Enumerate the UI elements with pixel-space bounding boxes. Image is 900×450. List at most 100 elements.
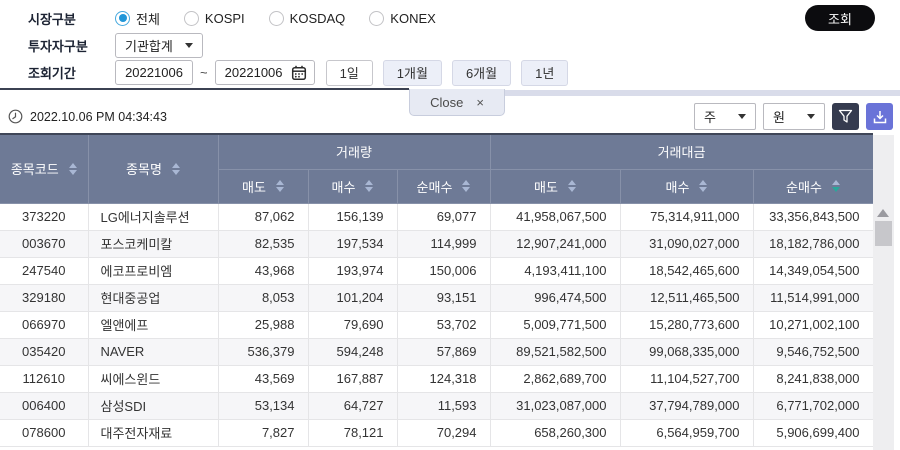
sort-icon[interactable] (567, 180, 576, 192)
cell-number: 18,182,786,000 (753, 230, 873, 258)
vertical-scrollbar[interactable] (873, 135, 894, 450)
range-1day-button[interactable]: 1일 (325, 59, 373, 86)
sort-icon[interactable] (365, 180, 374, 192)
query-timestamp: 2022.10.06 PM 04:34:43 (8, 109, 167, 124)
cell-number: 10,271,002,100 (753, 311, 873, 339)
table-body: 373220 LG에너지솔루션 87,062 156,139 69,077 41,958,… (0, 203, 873, 447)
col-header-value-net[interactable]: 순매수 (753, 169, 873, 204)
cell-number: 79,690 (308, 311, 398, 339)
chevron-down-icon (807, 114, 815, 119)
calendar-button[interactable] (291, 65, 307, 81)
cell-number: 12,511,465,500 (620, 284, 754, 312)
close-icon[interactable]: × (476, 95, 484, 110)
radio-market-konex[interactable]: KONEX (369, 10, 436, 26)
scrollbar-thumb[interactable] (875, 221, 892, 246)
cell-stock-code: 003670 (0, 230, 89, 258)
group-header-value: 거래대금 (490, 135, 873, 170)
market-type-radio-group: 전체 KOSPI KOSDAQ KONEX (115, 9, 460, 28)
group-header-volume: 거래량 (218, 135, 491, 170)
scroll-up-icon[interactable] (877, 209, 889, 217)
table-row[interactable]: 329180 현대중공업 8,053 101,204 93,151 996,474,500… (0, 284, 873, 312)
cell-number: 75,314,911,000 (620, 203, 754, 231)
calendar-icon (291, 65, 306, 80)
cell-number: 6,564,959,700 (620, 419, 754, 447)
cell-stock-code: 006400 (0, 392, 89, 420)
cell-number: 11,514,991,000 (753, 284, 873, 312)
col-header-volume-buy[interactable]: 매수 (308, 169, 398, 204)
tab-close[interactable]: Close × (409, 89, 505, 116)
col-header-value-buy[interactable]: 매수 (620, 169, 754, 204)
market-type-row: 시장구분 전체 KOSPI KOSDAQ KONEX (28, 8, 460, 28)
cell-number: 12,907,241,000 (490, 230, 621, 258)
col-header-value-sell[interactable]: 매도 (490, 169, 621, 204)
range-6month-button[interactable]: 6개월 (451, 59, 512, 86)
unit-currency-select[interactable]: 원 (763, 103, 825, 130)
radio-label: 전체 (136, 11, 160, 27)
cell-stock-code: 373220 (0, 203, 89, 231)
search-button[interactable]: 조회 (805, 5, 875, 31)
cell-number: 31,090,027,000 (620, 230, 754, 258)
cell-stock-name: 대주전자재료 (88, 419, 219, 447)
radio-market-all[interactable]: 전체 (115, 9, 160, 28)
radio-selected-icon (115, 10, 130, 26)
filter-button[interactable] (832, 103, 859, 130)
range-1year-button[interactable]: 1년 (521, 59, 569, 86)
cell-number: 93,151 (397, 284, 491, 312)
investor-type-value: 기관합계 (125, 39, 173, 54)
cell-number: 594,248 (308, 338, 398, 366)
cell-number: 124,318 (397, 365, 491, 393)
download-button[interactable] (866, 103, 893, 130)
form-divider (0, 88, 409, 90)
sort-icon[interactable] (462, 180, 471, 192)
cell-stock-name: 에코프로비엠 (88, 257, 219, 285)
sort-icon[interactable] (275, 180, 284, 192)
table-row[interactable]: 373220 LG에너지솔루션 87,062 156,139 69,077 41,958,… (0, 203, 873, 231)
sort-icon[interactable] (699, 180, 708, 192)
table-row[interactable]: 035420 NAVER 536,379 594,248 57,869 89,521,58… (0, 338, 873, 366)
cell-number: 536,379 (218, 338, 309, 366)
range-1month-button[interactable]: 1개월 (382, 59, 442, 86)
cell-number: 43,569 (218, 365, 309, 393)
date-from-input[interactable] (115, 60, 193, 85)
cell-number: 78,121 (308, 419, 398, 447)
radio-market-kosdaq[interactable]: KOSDAQ (268, 10, 345, 26)
col-header-code[interactable]: 종목코드 (0, 135, 89, 204)
investor-type-label: 투자자구분 (28, 39, 88, 54)
col-header-name[interactable]: 종목명 (88, 135, 219, 204)
col-header-volume-sell[interactable]: 매도 (218, 169, 309, 204)
cell-number: 70,294 (397, 419, 491, 447)
date-to-input[interactable] (222, 65, 285, 80)
cell-number: 57,869 (397, 338, 491, 366)
sort-icon[interactable] (171, 162, 180, 175)
table-header: 종목코드 종목명 거래량 거래대금 매도 매수 순매수 매도 매수 순매수 (0, 135, 873, 204)
radio-icon (183, 10, 199, 26)
cell-stock-name: 씨에스윈드 (88, 365, 219, 393)
sort-icon[interactable] (68, 162, 77, 175)
table-row[interactable]: 247540 에코프로비엠 43,968 193,974 150,006 4,193,41… (0, 257, 873, 285)
table-row[interactable]: 078600 대주전자재료 7,827 78,121 70,294 658,260,300… (0, 419, 873, 447)
table-row[interactable]: 112610 씨에스윈드 43,569 167,887 124,318 2,862,689… (0, 365, 873, 393)
radio-icon (369, 10, 385, 26)
cell-stock-name: 현대중공업 (88, 284, 219, 312)
cell-number: 101,204 (308, 284, 398, 312)
cell-number: 8,241,838,000 (753, 365, 873, 393)
stock-query-window: 시장구분 전체 KOSPI KOSDAQ KONEX 투자자구분 기관합계 조회… (0, 0, 900, 450)
investor-type-select[interactable]: 기관합계 (115, 33, 203, 58)
sort-icon-active[interactable] (831, 180, 840, 192)
table-row[interactable]: 066970 엘앤에프 25,988 79,690 53,702 5,009,771,50… (0, 311, 873, 339)
cell-stock-name: 삼성SDI (88, 392, 219, 420)
radio-market-kospi[interactable]: KOSPI (183, 10, 245, 26)
unit-period-select[interactable]: 주 (694, 103, 756, 130)
cell-number: 53,702 (397, 311, 491, 339)
cell-number: 197,534 (308, 230, 398, 258)
table-row[interactable]: 003670 포스코케미칼 82,535 197,534 114,999 12,907,2… (0, 230, 873, 258)
cell-number: 41,958,067,500 (490, 203, 621, 231)
cell-number: 31,023,087,000 (490, 392, 621, 420)
col-header-volume-net[interactable]: 순매수 (397, 169, 491, 204)
cell-number: 15,280,773,600 (620, 311, 754, 339)
table-row[interactable]: 006400 삼성SDI 53,134 64,727 11,593 31,023,087,… (0, 392, 873, 420)
filter-icon (838, 109, 853, 123)
tab-label: Close (430, 94, 464, 110)
cell-number: 8,053 (218, 284, 309, 312)
cell-stock-name: 엘앤에프 (88, 311, 219, 339)
